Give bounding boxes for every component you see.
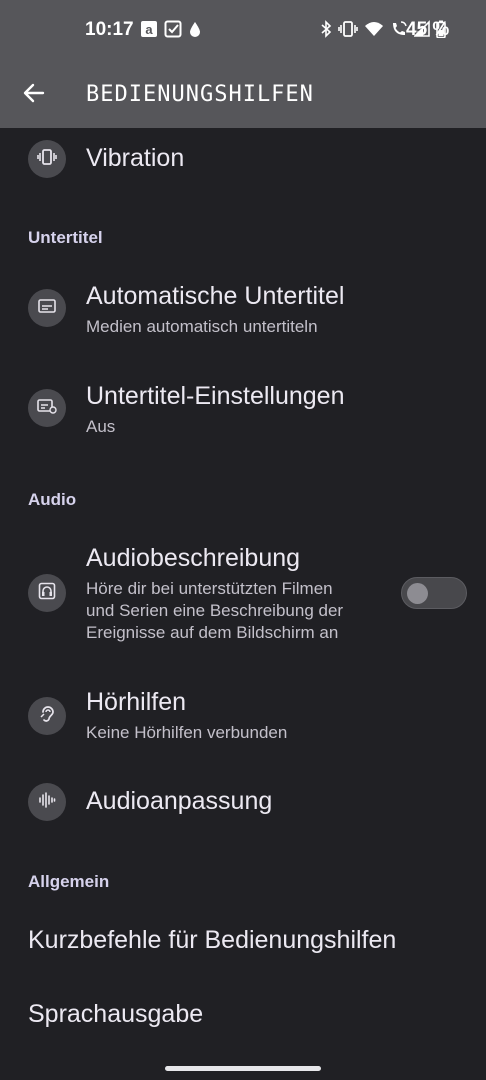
item-title: Untertitel-Einstellungen	[86, 382, 345, 410]
item-title: Automatische Untertitel	[86, 282, 345, 310]
item-subtitle: Aus	[86, 417, 116, 436]
status-bar: 10:17 a 45 %	[0, 0, 486, 62]
vibrate-icon	[338, 20, 358, 43]
bluetooth-icon	[320, 20, 332, 43]
list-item-vibration[interactable]: Vibration	[0, 128, 486, 190]
task-check-icon	[164, 20, 182, 43]
list-item-caption-settings[interactable]: Untertitel-Einstellungen Aus	[0, 368, 486, 460]
navigation-handle[interactable]	[165, 1066, 321, 1071]
app-bar: BEDIENUNGSHILFEN	[0, 62, 486, 128]
equalizer-icon	[38, 791, 56, 814]
item-title: Audioanpassung	[86, 787, 273, 815]
page-title: BEDIENUNGSHILFEN	[86, 82, 314, 107]
icon-circle	[28, 783, 66, 821]
item-title: Sprachausgabe	[28, 1000, 204, 1028]
item-subtitle: Medien automatisch untertiteln	[86, 317, 318, 336]
status-time: 10:17	[85, 19, 134, 40]
audio-description-toggle[interactable]	[401, 577, 467, 609]
item-subtitle-line-2: und Serien eine Beschreibung der	[86, 601, 344, 620]
item-title: Audiobeschreibung	[86, 544, 301, 572]
status-left-icons: a	[140, 20, 202, 43]
item-subtitle: Keine Hörhilfen verbunden	[86, 723, 288, 742]
icon-circle	[28, 389, 66, 427]
vibration-icon	[37, 148, 57, 171]
arrow-left-icon	[23, 83, 45, 108]
amazon-icon: a	[140, 20, 158, 43]
list-item-speech-output[interactable]: Sprachausgabe	[0, 984, 486, 1048]
item-title: Vibration	[86, 144, 185, 172]
hearing-aid-icon	[39, 705, 55, 728]
captions-icon	[38, 298, 56, 319]
icon-circle	[28, 574, 66, 612]
toggle-knob	[407, 583, 428, 604]
wifi-icon	[364, 20, 384, 43]
section-header-captions: Untertitel	[28, 228, 103, 247]
list-item-auto-captions[interactable]: Automatische Untertitel Medien automatis…	[0, 268, 486, 360]
caption-settings-icon	[37, 398, 57, 419]
item-subtitle-line-3: Ereignisse auf dem Bildschirm an	[86, 623, 339, 642]
item-title: Kurzbefehle für Bedienungshilfen	[28, 926, 397, 954]
section-header-audio: Audio	[28, 490, 77, 509]
list-item-audio-description[interactable]: Audiobeschreibung Höre dir bei unterstüt…	[0, 530, 486, 658]
list-item-shortcuts[interactable]: Kurzbefehle für Bedienungshilfen	[0, 910, 486, 974]
icon-circle	[28, 140, 66, 178]
svg-text:a: a	[145, 22, 153, 37]
list-item-hearing-aids[interactable]: Hörhilfen Keine Hörhilfen verbunden	[0, 676, 486, 766]
item-subtitle-line-1: Höre dir bei unterstützten Filmen	[86, 579, 333, 598]
item-title: Hörhilfen	[86, 688, 187, 716]
drop-icon	[188, 20, 202, 43]
battery-percent: 45 %	[406, 19, 450, 40]
section-header-general: Allgemein	[28, 872, 110, 891]
back-button[interactable]	[14, 76, 54, 114]
audio-description-icon	[38, 582, 56, 605]
list-item-audio-adjustment[interactable]: Audioanpassung	[0, 776, 486, 828]
icon-circle	[28, 697, 66, 735]
icon-circle	[28, 289, 66, 327]
settings-list: Vibration Untertitel Automatische Untert…	[0, 128, 486, 1080]
